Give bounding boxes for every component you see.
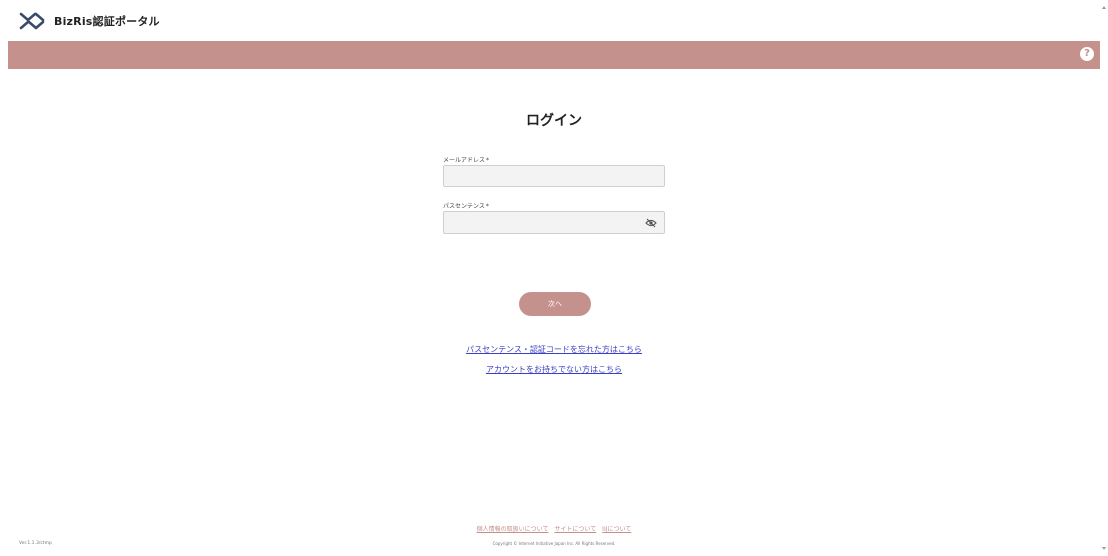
footer-links: 個人情報の取扱いについて サイトについて IIJについて (0, 524, 1108, 533)
footer-link-site[interactable]: サイトについて (554, 526, 596, 533)
copyright: Copyright © Internet Initiative Japan In… (492, 541, 616, 546)
forgot-password-link[interactable]: パスセンテンス・認証コードを忘れた方はこちら (466, 345, 642, 354)
version-label: Ver.1.1.3/ctmp (19, 541, 52, 546)
password-label: パスセンテンス* (443, 201, 489, 210)
password-label-text: パスセンテンス (443, 203, 485, 210)
app-title: BizRis認証ポータル (54, 15, 160, 28)
bizris-logo-icon (19, 12, 45, 30)
no-account-link-row: アカウントをお持ちでない方はこちら (0, 364, 1108, 375)
login-page: BizRis認証ポータル ? ログイン メールアドレス* パスセンテンス* 次へ… (0, 0, 1108, 556)
email-label: メールアドレス* (443, 155, 489, 164)
header: BizRis認証ポータル (0, 0, 1100, 41)
no-account-link[interactable]: アカウントをお持ちでない方はこちら (486, 365, 622, 374)
footer-link-privacy[interactable]: 個人情報の取扱いについて (477, 526, 549, 533)
scroll-up-arrow-icon[interactable] (1102, 6, 1106, 9)
eye-off-icon[interactable] (645, 218, 657, 228)
email-label-text: メールアドレス (443, 157, 486, 164)
email-field[interactable] (443, 165, 665, 187)
page-title: ログイン (526, 113, 582, 129)
vertical-scrollbar[interactable] (1100, 0, 1108, 556)
scroll-down-arrow-icon[interactable] (1102, 547, 1106, 550)
next-button[interactable]: 次へ (519, 292, 591, 316)
question-circle-icon[interactable]: ? (1080, 47, 1094, 61)
header-band: ? (8, 41, 1100, 69)
email-required-mark: * (486, 157, 490, 164)
password-required-mark: * (485, 203, 489, 210)
forgot-password-link-row: パスセンテンス・認証コードを忘れた方はこちら (0, 344, 1108, 355)
password-field[interactable] (443, 211, 665, 234)
footer-link-iij[interactable]: IIJについて (602, 526, 631, 533)
